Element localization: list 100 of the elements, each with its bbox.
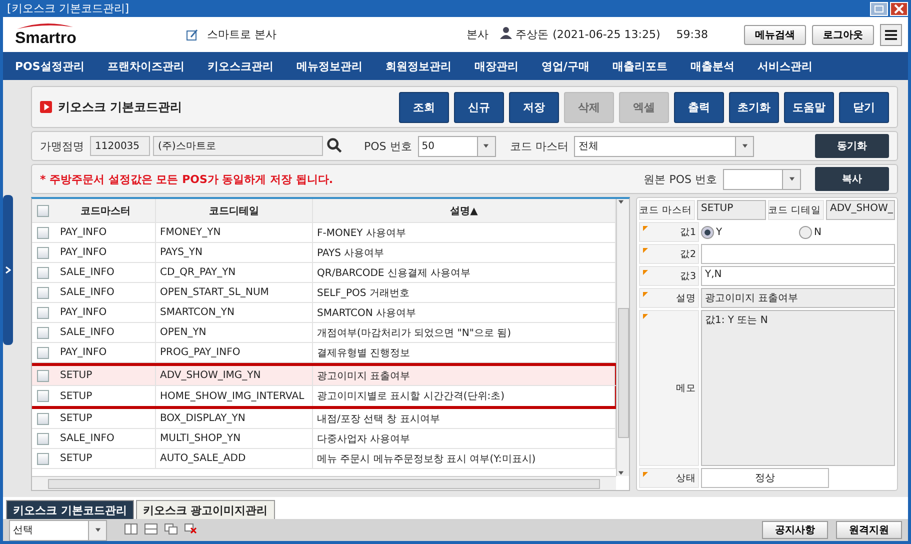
- table-cell: 광고이미지별로 표시할 시간간격(단위:초): [313, 386, 615, 406]
- nav-item[interactable]: 서비스관리: [757, 58, 812, 74]
- logo: Smartro: [15, 30, 76, 48]
- company-name: 스마트로 본사: [207, 27, 278, 42]
- layout-icon[interactable]: [163, 523, 179, 537]
- notice-text: * 주방주문서 설정값은 모든 POS가 동일하게 저장 됩니다.: [40, 172, 334, 186]
- status-field[interactable]: 정상: [701, 468, 829, 488]
- table-row[interactable]: SETUP AUTO_SALE_ADD 메뉴 주문시 메뉴주문정보창 표시 여부(Y:미표시): [32, 449, 616, 469]
- table-row[interactable]: SALE_INFO OPEN_START_SL_NUM SELF_POS 거래번호: [32, 283, 616, 303]
- menu-icon[interactable]: [880, 24, 902, 46]
- source-pos-select[interactable]: [723, 168, 801, 190]
- table-cell: SMARTCON_YN: [156, 303, 313, 322]
- table-cell: PAYS_YN: [156, 243, 313, 262]
- row-checkbox[interactable]: [37, 226, 49, 238]
- vertical-scrollbar[interactable]: [616, 199, 629, 476]
- row-checkbox[interactable]: [37, 390, 49, 402]
- row-checkbox[interactable]: [37, 246, 49, 258]
- table-cell: SALE_INFO: [56, 429, 156, 448]
- table-row[interactable]: SETUP BOX_DISPLAY_YN 내점/포장 선택 창 표시여부: [32, 409, 616, 429]
- select-all-checkbox[interactable]: [37, 204, 49, 216]
- page-tab[interactable]: 키오스크 기본코드관리: [6, 500, 134, 519]
- copy-button[interactable]: 복사: [815, 167, 889, 191]
- field-label: 값1: [639, 222, 699, 242]
- table-cell: SALE_INFO: [56, 263, 156, 282]
- table-row[interactable]: SETUP ADV_SHOW_IMG_YN 광고이미지 표출여부: [32, 363, 616, 386]
- row-checkbox[interactable]: [37, 286, 49, 298]
- value2-field[interactable]: [701, 244, 895, 264]
- row-checkbox[interactable]: [37, 266, 49, 278]
- table-row[interactable]: SALE_INFO CD_QR_PAY_YN QR/BARCODE 신용결제 사용여부: [32, 263, 616, 283]
- table-cell: PAY_INFO: [56, 303, 156, 322]
- toolbar-button[interactable]: 저장: [509, 92, 559, 122]
- row-checkbox[interactable]: [37, 412, 49, 424]
- row-checkbox[interactable]: [37, 452, 49, 464]
- table-row[interactable]: PAY_INFO SMARTCON_YN SMARTCON 사용여부: [32, 303, 616, 323]
- table-row[interactable]: SALE_INFO MULTI_SHOP_YN 다중사업자 사용여부: [32, 429, 616, 449]
- table-cell: SETUP: [56, 366, 156, 385]
- radio-button[interactable]: [799, 226, 812, 238]
- nav-item[interactable]: 매출분석: [690, 58, 734, 74]
- table-cell: ADV_SHOW_IMG_YN: [156, 366, 313, 385]
- pos-select[interactable]: 50: [418, 136, 496, 156]
- header-button[interactable]: 로그아웃: [812, 24, 874, 44]
- view-select[interactable]: 선택: [9, 520, 107, 540]
- store-name-field[interactable]: (주)스마트로: [153, 136, 323, 156]
- nav-item[interactable]: 영업/구매: [541, 58, 590, 74]
- layout-icon[interactable]: [143, 523, 159, 537]
- table-cell: PAY_INFO: [56, 243, 156, 262]
- table-row[interactable]: PAY_INFO FMONEY_YN F-MONEY 사용여부: [32, 223, 616, 243]
- store-code-field[interactable]: 1120035: [90, 136, 150, 156]
- table-cell: BOX_DISPLAY_YN: [156, 409, 313, 428]
- nav-item[interactable]: 메뉴정보관리: [296, 58, 362, 74]
- table-row[interactable]: PAY_INFO PROG_PAY_INFO 결제유형별 진행정보: [32, 343, 616, 363]
- nav-item[interactable]: POS설정관리: [15, 58, 84, 74]
- caret-icon: [482, 143, 490, 149]
- nav-item[interactable]: 프랜차이즈관리: [107, 58, 184, 74]
- field-label: 코드 디테일: [768, 200, 824, 220]
- row-checkbox[interactable]: [37, 326, 49, 338]
- login-datetime: (2021-06-25 13:25): [552, 28, 660, 41]
- table-row[interactable]: PAY_INFO PAYS_YN PAYS 사용여부: [32, 243, 616, 263]
- status-button[interactable]: 공지사항: [762, 521, 828, 539]
- row-checkbox[interactable]: [37, 370, 49, 382]
- description-field[interactable]: 광고이미지 표출여부: [701, 288, 895, 308]
- toolbar-button[interactable]: 닫기: [839, 92, 889, 122]
- nav-item[interactable]: 키오스크관리: [207, 58, 274, 74]
- row-checkbox[interactable]: [37, 432, 49, 444]
- toolbar-button[interactable]: 도움말: [784, 92, 834, 122]
- restore-icon[interactable]: [870, 2, 888, 16]
- radio-label: Y: [716, 226, 722, 238]
- toolbar-button[interactable]: 조회: [399, 92, 449, 122]
- row-checkbox[interactable]: [37, 306, 49, 318]
- caret-icon: [617, 470, 625, 476]
- memo-field[interactable]: 값1: Y 또는 N: [701, 310, 895, 466]
- nav-item[interactable]: 매장관리: [474, 58, 518, 74]
- status-button[interactable]: 원격지원: [836, 521, 902, 539]
- toolbar-button[interactable]: 출력: [674, 92, 724, 122]
- nav-item[interactable]: 매출리포트: [612, 58, 668, 74]
- close-icon[interactable]: [890, 2, 908, 16]
- table-row[interactable]: SALE_INFO OPEN_YN 개점여부(마감처리가 되었으면 "N"으로 됨): [32, 323, 616, 343]
- field-label: 값2: [639, 244, 699, 264]
- table-cell: SETUP: [56, 409, 156, 428]
- source-pos-label: 원본 POS 번호: [644, 172, 717, 186]
- table-cell: SALE_INFO: [56, 323, 156, 342]
- session-timer: 59:38: [676, 28, 708, 41]
- toolbar-button[interactable]: 초기화: [729, 92, 779, 122]
- note-icon: [185, 28, 199, 42]
- table-cell: SALE_INFO: [56, 283, 156, 302]
- radio-button[interactable]: [701, 226, 714, 238]
- header-button[interactable]: 메뉴검색: [744, 24, 806, 44]
- toolbar-button[interactable]: 신규: [454, 92, 504, 122]
- window-title: [키오스크 기본코드관리]: [6, 1, 130, 16]
- master-field[interactable]: SETUP: [697, 200, 766, 220]
- side-panel-handle[interactable]: [3, 195, 13, 345]
- detail-field[interactable]: ADV_SHOW_: [826, 200, 895, 220]
- row-checkbox[interactable]: [37, 346, 49, 358]
- sync-button[interactable]: 동기화: [815, 134, 889, 158]
- master-select[interactable]: 전체: [574, 136, 754, 156]
- table-row[interactable]: SETUP HOME_SHOW_IMG_INTERVAL 광고이미지별로 표시할 시간간격(단위:초): [32, 386, 616, 409]
- page-tab[interactable]: 키오스크 광고이미지관리: [136, 500, 275, 519]
- layout-icon[interactable]: [123, 523, 139, 537]
- nav-item[interactable]: 회원정보관리: [385, 58, 452, 74]
- value3-field[interactable]: Y,N: [701, 266, 895, 286]
